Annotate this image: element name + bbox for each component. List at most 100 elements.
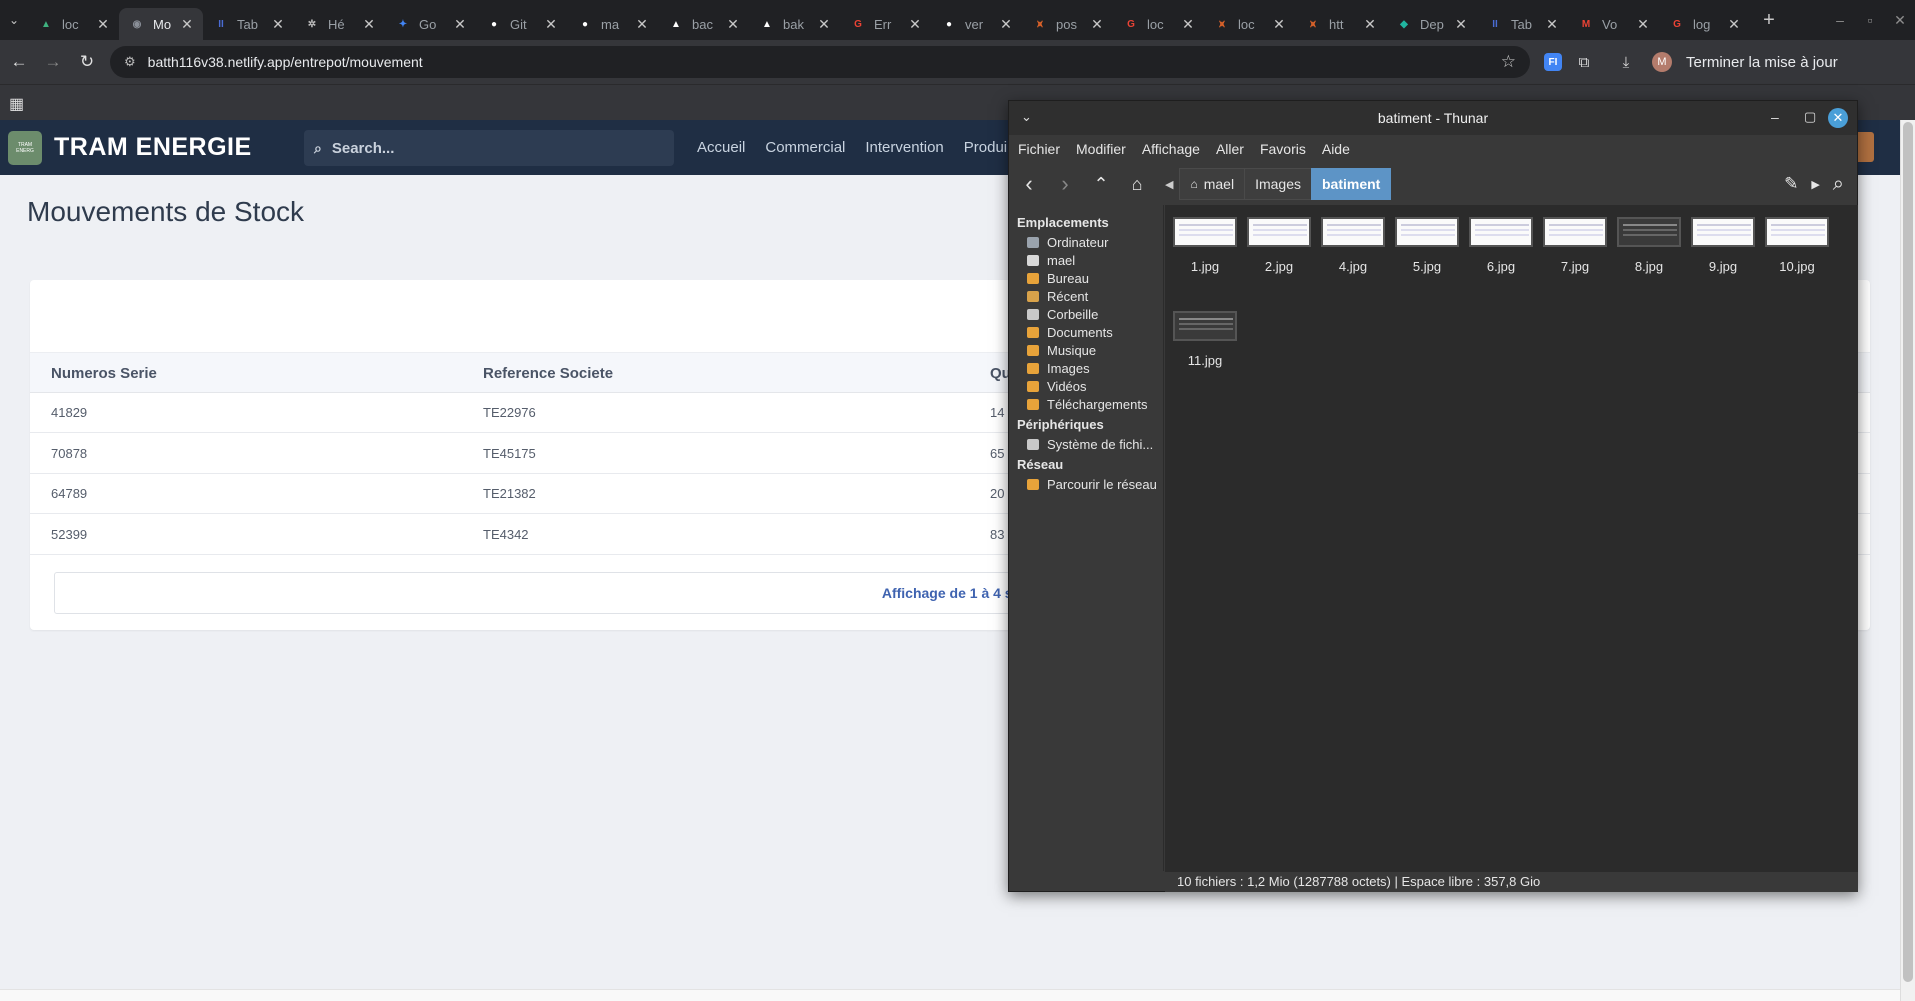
extension-fi-icon[interactable]: FI — [1544, 53, 1562, 71]
sidebar-item[interactable]: Corbeille — [1027, 307, 1163, 322]
tab-close-icon[interactable]: ✕ — [634, 16, 650, 33]
company-logo[interactable]: TRAM ENERG — [8, 130, 42, 165]
restore-icon[interactable]: ▫ — [1855, 12, 1885, 28]
sidebar-item[interactable]: Vidéos — [1027, 379, 1163, 394]
menu-aller[interactable]: Aller — [1216, 141, 1244, 157]
bookmark-star-icon[interactable]: ☆ — [1501, 52, 1516, 72]
tab-close-icon[interactable]: ✕ — [452, 16, 468, 33]
menu-modifier[interactable]: Modifier — [1076, 141, 1126, 157]
menu-aide[interactable]: Aide — [1322, 141, 1350, 157]
back-button[interactable]: ← — [4, 47, 34, 77]
parent-folder-icon[interactable]: ⌃ — [1083, 166, 1119, 202]
file-item[interactable]: 11.jpg — [1168, 311, 1242, 368]
header-numeros-serie[interactable]: Numeros Serie — [51, 365, 157, 382]
browser-tab[interactable]: M Vo ✕ — [1568, 8, 1659, 40]
tab-close-icon[interactable]: ✕ — [998, 16, 1014, 33]
browser-tab[interactable]: Gloc ✕ — [1113, 8, 1204, 40]
browser-tab[interactable]: ✲ Hé ✕ — [294, 8, 385, 40]
tab-close-icon[interactable]: ✕ — [1180, 16, 1196, 33]
site-info-icon[interactable]: ⚙ — [124, 54, 136, 70]
forward-arrow-icon[interactable]: › — [1047, 166, 1083, 202]
file-item[interactable]: 7.jpg — [1538, 217, 1612, 274]
tab-close-icon[interactable]: ✕ — [1362, 16, 1378, 33]
back-arrow-icon[interactable]: ‹ — [1011, 166, 1047, 202]
browser-tab[interactable]: ⩙ htt ✕ — [1295, 8, 1386, 40]
file-item[interactable]: 6.jpg — [1464, 217, 1538, 274]
sidebar-item[interactable]: Documents — [1027, 325, 1163, 340]
new-tab-button[interactable]: + — [1754, 9, 1784, 32]
scrollbar-thumb[interactable] — [1903, 122, 1913, 982]
browser-tab[interactable]: II Tab ✕ — [1477, 8, 1568, 40]
thunar-search-icon[interactable]: ⌕ — [1833, 173, 1844, 196]
extensions-puzzle-icon[interactable]: ⧉ — [1570, 48, 1598, 76]
thunar-titlebar[interactable]: ⌄ batiment - Thunar – ▢ ✕ — [1009, 101, 1857, 135]
header-reference-societe[interactable]: Reference Societe — [483, 365, 613, 382]
tab-close-icon[interactable]: ✕ — [543, 16, 559, 33]
thunar-close-icon[interactable]: ✕ — [1828, 108, 1848, 128]
sidebar-item[interactable]: Système de fichi... — [1027, 437, 1163, 452]
tab-search-icon[interactable]: ⌄ — [0, 0, 28, 40]
sidebar-item[interactable]: Récent — [1027, 289, 1163, 304]
menu-favoris[interactable]: Favoris — [1260, 141, 1306, 157]
sidebar-item[interactable]: Musique — [1027, 343, 1163, 358]
menu-fichier[interactable]: Fichier — [1018, 141, 1060, 157]
file-item[interactable]: 1.jpg — [1168, 217, 1242, 274]
file-item[interactable]: 9.jpg — [1686, 217, 1760, 274]
file-item[interactable]: 10.jpg — [1760, 217, 1834, 274]
tab-close-icon[interactable]: ✕ — [907, 16, 923, 33]
tab-close-icon[interactable]: ✕ — [1635, 16, 1651, 33]
home-icon[interactable]: ⌂ — [1119, 166, 1155, 202]
update-button[interactable]: Terminer la mise à jour — [1686, 54, 1838, 71]
sidebar-item[interactable]: Ordinateur — [1027, 235, 1163, 250]
browser-tab[interactable]: Glog ✕ — [1659, 8, 1750, 40]
window-menu-chevron-icon[interactable]: ⌄ — [1021, 109, 1032, 125]
thunar-maximize-icon[interactable]: ▢ — [1804, 109, 1816, 125]
page-scrollbar[interactable] — [1900, 120, 1915, 1001]
file-item[interactable]: 5.jpg — [1390, 217, 1464, 274]
profile-avatar[interactable]: M — [1652, 52, 1672, 72]
file-item[interactable]: 4.jpg — [1316, 217, 1390, 274]
tab-close-icon[interactable]: ✕ — [816, 16, 832, 33]
nav-commercial[interactable]: Commercial — [765, 139, 845, 156]
edit-path-pencil-icon[interactable]: ✎ — [1784, 174, 1798, 194]
sidebar-item[interactable]: Images — [1027, 361, 1163, 376]
browser-tab[interactable]: ▲ loc ✕ — [28, 8, 119, 40]
breadcrumb-batiment[interactable]: batiment — [1311, 168, 1392, 200]
close-window-icon[interactable]: ✕ — [1885, 12, 1915, 29]
tab-close-icon[interactable]: ✕ — [1271, 16, 1287, 33]
sidebar-item[interactable]: Téléchargements — [1027, 397, 1163, 412]
file-item[interactable]: 2.jpg — [1242, 217, 1316, 274]
sidebar-item[interactable]: mael — [1027, 253, 1163, 268]
nav-accueil[interactable]: Accueil — [697, 139, 745, 156]
url-bar[interactable]: ⚙ batth116v38.netlify.app/entrepot/mouve… — [110, 46, 1530, 78]
tab-close-icon[interactable]: ✕ — [1089, 16, 1105, 33]
browser-tab[interactable]: ● ma ✕ — [567, 8, 658, 40]
browser-tab[interactable]: II Tab ✕ — [203, 8, 294, 40]
tab-close-icon[interactable]: ✕ — [270, 16, 286, 33]
tab-close-icon[interactable]: ✕ — [1544, 16, 1560, 33]
browser-tab[interactable]: ● Git ✕ — [476, 8, 567, 40]
browser-tab[interactable]: ▲ bak ✕ — [749, 8, 840, 40]
tab-close-icon[interactable]: ✕ — [179, 16, 195, 33]
breadcrumb-mael[interactable]: ⌂ mael — [1179, 168, 1246, 200]
browser-tab[interactable]: ◉ Mo ✕ — [119, 8, 203, 40]
sidebar-item[interactable]: Bureau — [1027, 271, 1163, 286]
tab-close-icon[interactable]: ✕ — [361, 16, 377, 33]
tab-close-icon[interactable]: ✕ — [1453, 16, 1469, 33]
browser-tab[interactable]: G Err ✕ — [840, 8, 931, 40]
browser-tab[interactable]: ✦ Go ✕ — [385, 8, 476, 40]
menu-affichage[interactable]: Affichage — [1142, 141, 1200, 157]
apps-grid-icon[interactable]: ▦ — [9, 94, 24, 114]
breadcrumb-images[interactable]: Images — [1244, 168, 1312, 200]
nav-intervention[interactable]: Intervention — [865, 139, 943, 156]
breadcrumb-left-arrow-icon[interactable]: ◀ — [1165, 178, 1173, 191]
minimize-icon[interactable]: – — [1825, 12, 1855, 28]
download-icon[interactable]: ⤓ — [1612, 48, 1640, 76]
tab-close-icon[interactable]: ✕ — [725, 16, 741, 33]
browser-tab[interactable]: ● ver ✕ — [931, 8, 1022, 40]
browser-tab[interactable]: ⩙ loc ✕ — [1204, 8, 1295, 40]
nav-produi[interactable]: Produi — [964, 139, 1007, 156]
browser-tab[interactable]: ◆ Dep ✕ — [1386, 8, 1477, 40]
file-item[interactable]: 8.jpg — [1612, 217, 1686, 274]
tab-close-icon[interactable]: ✕ — [95, 16, 111, 33]
